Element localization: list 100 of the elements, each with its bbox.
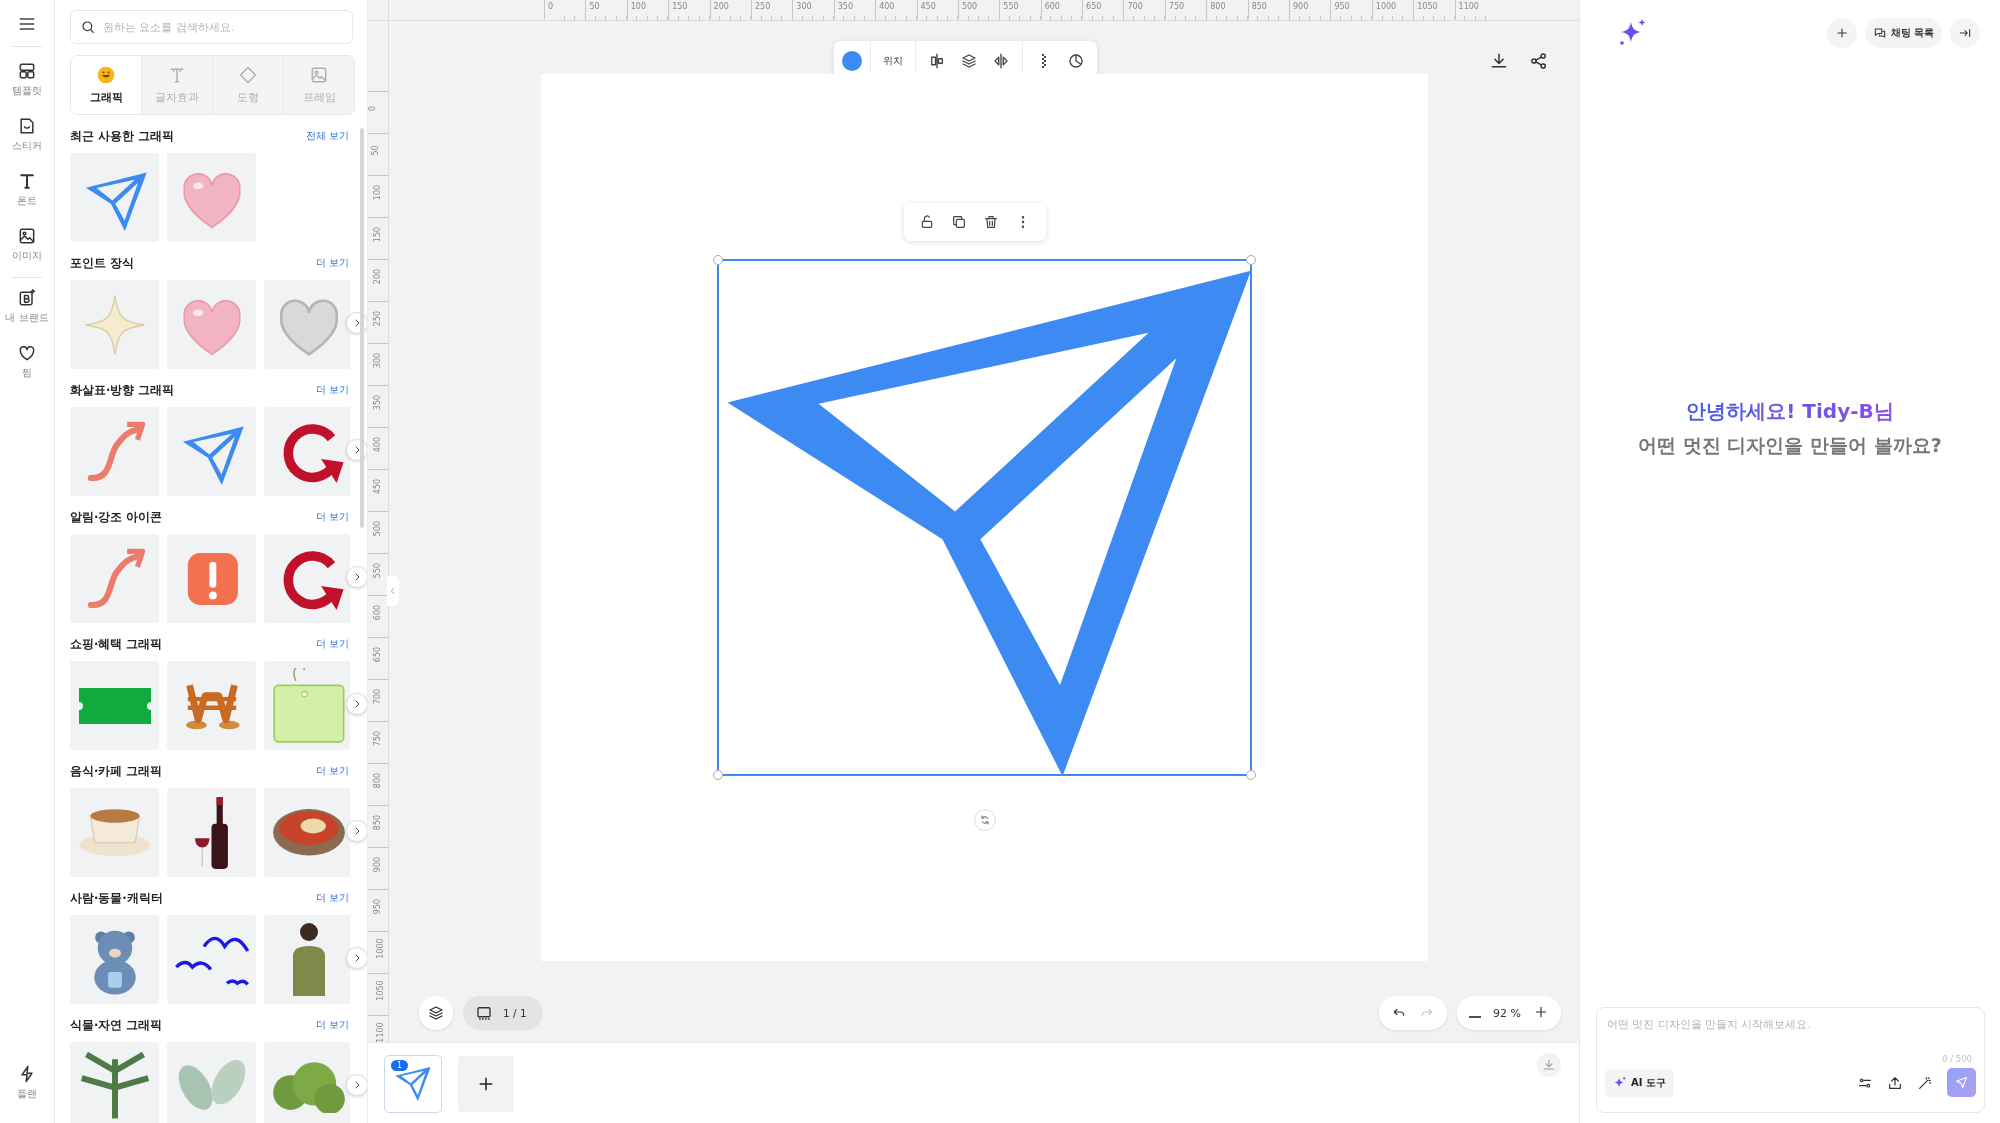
unlock-icon	[919, 214, 935, 230]
collapse-handle[interactable]	[387, 576, 399, 606]
ruler-label: 150	[668, 0, 710, 19]
more-link[interactable]: 전체 보기	[305, 130, 349, 143]
collapse-button[interactable]	[1950, 18, 1980, 48]
heart-icon	[17, 343, 37, 363]
graphic-tile[interactable]	[70, 788, 159, 877]
ruler-label: 0	[544, 0, 586, 19]
ruler-label: 100	[626, 0, 669, 19]
graphic-tile[interactable]	[167, 534, 256, 623]
graphic-tile[interactable]	[167, 788, 256, 877]
graphic-tile[interactable]	[167, 661, 256, 750]
search-icon	[80, 19, 96, 35]
more-link[interactable]: 더 보기	[315, 1019, 349, 1032]
graphic-tile[interactable]	[264, 788, 350, 877]
send-button[interactable]	[1947, 1068, 1976, 1097]
more-link[interactable]: 더 보기	[315, 765, 349, 778]
sidebar-item[interactable]: 템플릿	[1, 57, 53, 102]
graphic-tile[interactable]	[167, 407, 256, 496]
sidebar-item[interactable]: 폰트	[1, 167, 53, 212]
more-link[interactable]: 더 보기	[315, 892, 349, 905]
ruler-label: 450	[373, 478, 383, 495]
graphic-tile[interactable]	[70, 407, 159, 496]
graphic-tile[interactable]	[70, 1042, 159, 1123]
clock-icon	[1067, 52, 1085, 70]
more-link[interactable]: 더 보기	[315, 638, 349, 651]
layers-icon	[960, 52, 978, 70]
graphic-tile[interactable]	[264, 407, 350, 496]
send-icon	[1954, 1075, 1969, 1090]
graphic-tile[interactable]	[167, 153, 256, 242]
scrollbar[interactable]	[360, 128, 364, 528]
resize-handle[interactable]	[713, 770, 723, 780]
resize-handle[interactable]	[1246, 770, 1256, 780]
ruler-label: 700	[1123, 0, 1165, 19]
sidebar-item[interactable]: 찜	[1, 339, 53, 384]
letter-icon	[17, 171, 37, 191]
graphic-tile[interactable]	[70, 153, 159, 242]
ruler-label: 400	[875, 0, 917, 19]
graphic-tile[interactable]	[167, 915, 256, 1004]
more-link[interactable]: 더 보기	[315, 257, 349, 270]
ai-tools-button[interactable]: AI 도구	[1605, 1068, 1674, 1097]
new-chat-button[interactable]	[1826, 18, 1857, 48]
graphic-tile[interactable]	[264, 534, 350, 623]
graphic-tile[interactable]	[167, 1042, 256, 1123]
page-thumbnail[interactable]: 1	[384, 1054, 442, 1113]
smiley-icon	[96, 65, 116, 85]
graphic-tile[interactable]	[70, 915, 159, 1004]
ruler-label: 450	[916, 0, 958, 19]
magic-wand-button[interactable]	[1917, 1074, 1933, 1091]
ruler-label: 700	[373, 688, 383, 705]
download-icon	[1489, 51, 1509, 71]
graphic-tile[interactable]	[264, 280, 350, 369]
ruler-label: 900	[373, 856, 383, 873]
page-icon	[475, 1004, 493, 1022]
ruler-label: 650	[1082, 0, 1124, 19]
ruler-label: 750	[1164, 0, 1207, 19]
ruler-label: 1050	[375, 980, 385, 1001]
sidebar-item[interactable]: 이미지	[1, 222, 53, 267]
section-title: 사람·동물·캐릭터	[70, 891, 163, 906]
graphic-tile[interactable]	[70, 534, 159, 623]
rotate-icon	[979, 814, 991, 826]
ruler-label: 200	[373, 268, 383, 285]
color-swatch[interactable]	[842, 51, 862, 71]
search-field[interactable]: 원하는 요소를 검색하세요.	[70, 10, 353, 44]
section-title: 최근 사용한 그래픽	[70, 129, 174, 144]
plus-icon	[1834, 26, 1849, 40]
graphic-tile[interactable]	[70, 661, 159, 750]
graphic-tile[interactable]	[167, 280, 256, 369]
graphic-tile[interactable]	[264, 661, 350, 750]
ruler-label: 500	[957, 0, 1000, 19]
chat-list-button[interactable]: 채팅 목록	[1864, 18, 1942, 48]
section-title: 알림·강조 아이콘	[70, 510, 163, 525]
sidebar-item[interactable]: 스티커	[1, 112, 53, 157]
more-link[interactable]: 더 보기	[315, 384, 349, 397]
layers-button[interactable]	[419, 996, 453, 1030]
ruler-label: 1000	[1371, 0, 1414, 19]
checker-icon	[1041, 54, 1047, 68]
resize-handle[interactable]	[1246, 255, 1256, 265]
graphic-tile[interactable]	[264, 915, 350, 1004]
ruler-label: 50	[585, 0, 627, 19]
chat-icon	[1872, 26, 1887, 40]
upload-button[interactable]	[1887, 1074, 1903, 1091]
ruler-label: 1050	[1413, 0, 1455, 19]
graphic-tile[interactable]	[70, 280, 159, 369]
ruler-label: 350	[373, 394, 383, 411]
more-link[interactable]: 더 보기	[315, 511, 349, 524]
ruler-label: 550	[373, 562, 383, 579]
ruler-label: 900	[1289, 0, 1331, 19]
page-counter[interactable]: 1 / 1	[463, 996, 543, 1030]
rotate-handle[interactable]	[974, 809, 996, 831]
graphic-tile[interactable]	[264, 1042, 350, 1123]
resize-handle[interactable]	[713, 255, 723, 265]
sidebar-item[interactable]: 플랜	[1, 1060, 53, 1105]
position-button[interactable]: 위치	[879, 54, 907, 68]
page-number-badge: 1	[391, 1059, 409, 1071]
ruler-label: 150	[373, 226, 383, 243]
upload-icon	[1887, 1074, 1903, 1091]
sidebar-item[interactable]: 내 브랜드	[1, 284, 53, 329]
ruler-label: 650	[373, 646, 383, 663]
ruler-label: 750	[373, 730, 383, 747]
